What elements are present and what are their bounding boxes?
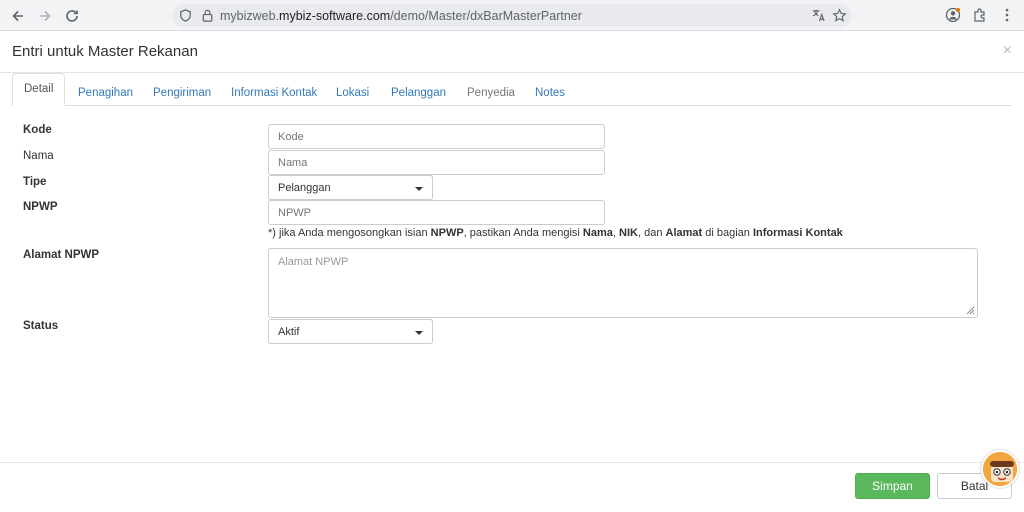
tab-notes[interactable]: Notes (535, 79, 565, 107)
tipe-select[interactable]: Pelanggan (268, 175, 433, 200)
translate-icon[interactable] (811, 8, 826, 23)
menu-icon[interactable] (997, 5, 1017, 25)
back-icon[interactable] (7, 5, 29, 27)
npwp-input[interactable] (268, 200, 605, 225)
resize-grip-icon[interactable] (966, 306, 975, 315)
reload-icon[interactable] (61, 5, 83, 27)
partner-entry-modal: Entri untuk Master Rekanan × Detail Pena… (0, 32, 1024, 512)
tab-penagihan[interactable]: Penagihan (78, 79, 133, 107)
kode-label: Kode (23, 124, 52, 136)
close-icon[interactable]: × (1003, 42, 1012, 60)
caret-down-icon (415, 331, 423, 335)
bookmark-star-icon[interactable] (832, 8, 847, 23)
caret-down-icon (415, 187, 423, 191)
tab-pengiriman[interactable]: Pengiriman (153, 79, 211, 107)
alamat-npwp-placeholder: Alamat NPWP (278, 256, 349, 268)
tab-detail[interactable]: Detail (12, 73, 66, 106)
lock-icon (202, 9, 213, 22)
tipe-label: Tipe (23, 176, 47, 188)
modal-footer: Simpan Batal (0, 462, 1024, 512)
npwp-label: NPWP (23, 201, 58, 213)
status-label: Status (23, 320, 59, 332)
modal-title: Entri untuk Master Rekanan (12, 43, 198, 60)
npwp-hint: *) jika Anda mengosongkan isian NPWP, pa… (268, 227, 843, 239)
modal-header: Entri untuk Master Rekanan × (0, 32, 1024, 73)
tab-lokasi[interactable]: Lokasi (336, 79, 369, 107)
browser-toolbar: mybizweb.mybiz-software.com/demo/Master/… (0, 0, 1024, 31)
status-select-value: Aktif (278, 326, 300, 338)
nama-input[interactable] (268, 150, 605, 175)
tab-penyedia[interactable]: Penyedia (467, 79, 515, 107)
assistant-avatar-icon[interactable] (981, 450, 1019, 488)
extensions-icon[interactable] (970, 5, 990, 25)
tab-informasi-kontak[interactable]: Informasi Kontak (231, 79, 317, 107)
site-info-icon[interactable] (178, 8, 193, 23)
tipe-select-value: Pelanggan (278, 182, 331, 194)
status-select[interactable]: Aktif (268, 319, 433, 344)
save-button[interactable]: Simpan (855, 473, 930, 499)
kode-input[interactable] (268, 124, 605, 149)
nama-label: Nama (23, 150, 54, 162)
alamat-npwp-label: Alamat NPWP (23, 249, 100, 261)
tab-bar: Detail Penagihan Pengiriman Informasi Ko… (12, 73, 1012, 106)
forward-icon[interactable] (34, 5, 56, 27)
url-text: mybizweb.mybiz-software.com/demo/Master/… (220, 9, 582, 23)
alamat-npwp-textarea[interactable]: Alamat NPWP (268, 248, 978, 318)
tab-pelanggan[interactable]: Pelanggan (391, 79, 446, 107)
profile-icon[interactable] (943, 5, 963, 25)
address-bar[interactable]: mybizweb.mybiz-software.com/demo/Master/… (172, 4, 852, 27)
